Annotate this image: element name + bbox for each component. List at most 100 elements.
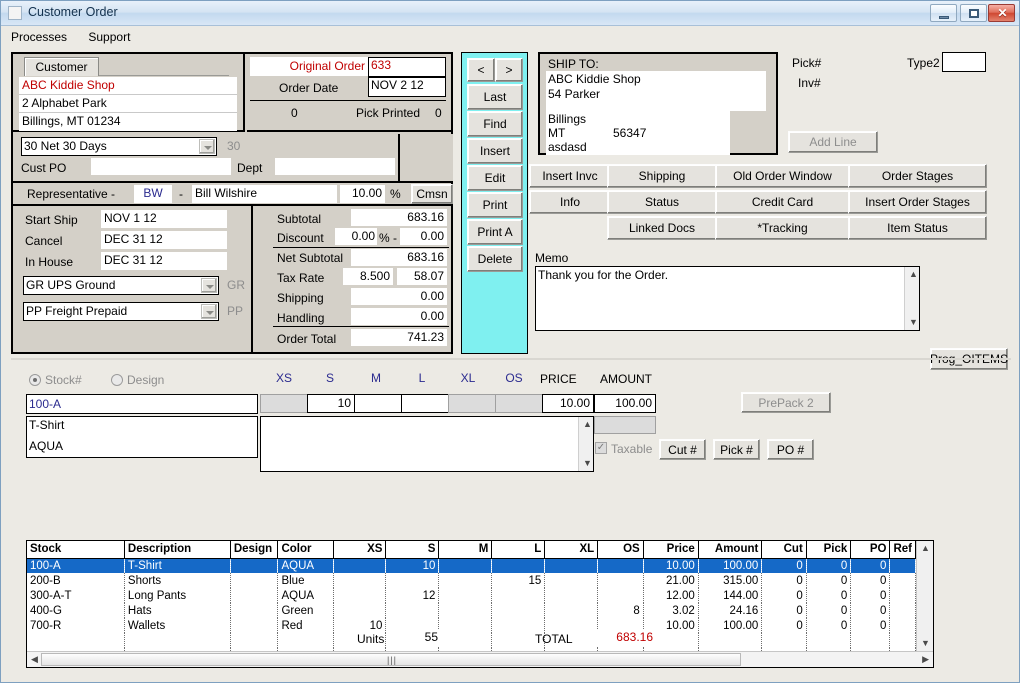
credit-card-button[interactable]: Credit Card: [715, 190, 850, 214]
cmsn-button[interactable]: Cmsn: [411, 184, 453, 204]
cell-design[interactable]: [230, 573, 279, 588]
cell-l[interactable]: [491, 588, 546, 603]
old-order-window-button[interactable]: Old Order Window: [715, 164, 850, 188]
col-amount[interactable]: Amount: [698, 541, 763, 559]
cust-po-input[interactable]: [91, 158, 231, 175]
cell-m[interactable]: [438, 603, 493, 618]
size-input-xl[interactable]: [448, 394, 496, 413]
cell-description[interactable]: T-Shirt: [124, 558, 231, 573]
cell-empty[interactable]: [124, 633, 231, 648]
cell-cut[interactable]: 0: [761, 588, 807, 603]
table-row-empty[interactable]: [27, 633, 916, 648]
cell-xs[interactable]: [333, 573, 387, 588]
col-l[interactable]: L: [491, 541, 546, 559]
chevron-down-icon[interactable]: [201, 278, 217, 293]
cell-xs[interactable]: [333, 558, 387, 573]
cell-l[interactable]: [491, 618, 546, 633]
cell-design[interactable]: [230, 603, 279, 618]
po-number-button[interactable]: PO #: [767, 439, 814, 460]
cell-l[interactable]: 15: [491, 573, 546, 588]
tracking-button[interactable]: *Tracking: [715, 216, 850, 240]
cell-color[interactable]: AQUA: [277, 558, 334, 573]
cell-cut[interactable]: 0: [761, 618, 807, 633]
linked-docs-button[interactable]: Linked Docs: [607, 216, 717, 240]
customer-name-field[interactable]: ABC Kiddie Shop: [19, 77, 237, 95]
col-design[interactable]: Design: [230, 541, 279, 559]
cell-cut[interactable]: 0: [761, 573, 807, 588]
col-price[interactable]: Price: [643, 541, 699, 559]
item-status-button[interactable]: Item Status: [848, 216, 987, 240]
col-description[interactable]: Description: [124, 541, 231, 559]
cell-empty[interactable]: [889, 633, 916, 648]
cell-empty[interactable]: [27, 633, 125, 648]
scroll-thumb[interactable]: |||: [41, 653, 741, 666]
cell-stock[interactable]: 700-R: [27, 618, 125, 633]
scroll-down-icon[interactable]: ▼: [921, 639, 930, 648]
cell-cut[interactable]: 0: [761, 603, 807, 618]
cell-m[interactable]: [438, 558, 493, 573]
size-input-os[interactable]: [495, 394, 543, 413]
ship-to-city[interactable]: Billings: [548, 112, 586, 126]
cell-description[interactable]: Hats: [124, 603, 231, 618]
menu-item-support[interactable]: Support: [79, 27, 139, 47]
minimize-button[interactable]: [930, 4, 957, 22]
stock-radio[interactable]: [29, 374, 41, 386]
cell-color[interactable]: AQUA: [277, 588, 334, 603]
cell-l[interactable]: [491, 603, 546, 618]
last-button[interactable]: Last: [467, 84, 523, 110]
scroll-up-icon[interactable]: ▲: [921, 544, 930, 553]
cell-xl[interactable]: [544, 558, 599, 573]
cell-po[interactable]: 0: [850, 603, 891, 618]
type2-input[interactable]: [942, 52, 986, 72]
scroll-right-icon[interactable]: ▶: [922, 655, 929, 664]
cell-amount[interactable]: 24.16: [698, 603, 763, 618]
handling-field[interactable]: 0.00: [351, 308, 447, 325]
cell-amount[interactable]: 315.00: [698, 573, 763, 588]
insert-order-stages-button[interactable]: Insert Order Stages: [848, 190, 987, 214]
insert-button[interactable]: Insert: [467, 138, 523, 164]
menu-item-processes[interactable]: Processes: [2, 27, 76, 47]
cell-design[interactable]: [230, 618, 279, 633]
col-pick[interactable]: Pick: [806, 541, 852, 559]
item-note-scrollbar[interactable]: ▲ ▼: [578, 417, 593, 471]
scroll-up-icon[interactable]: ▲: [583, 420, 592, 429]
col-s[interactable]: S: [385, 541, 440, 559]
cell-pick[interactable]: 0: [806, 588, 852, 603]
table-row[interactable]: 200-B Shorts Blue 15 21.00 315.00 0 0 0: [27, 573, 916, 588]
terms-combo[interactable]: 30 Net 30 Days: [21, 137, 217, 156]
cell-po[interactable]: 0: [850, 573, 891, 588]
price-input[interactable]: 10.00: [542, 394, 594, 413]
col-m[interactable]: M: [438, 541, 493, 559]
add-line-button[interactable]: Add Line: [788, 131, 878, 153]
cell-xl[interactable]: [544, 573, 599, 588]
status-button[interactable]: Status: [607, 190, 717, 214]
cell-pick[interactable]: 0: [806, 573, 852, 588]
col-ref[interactable]: Ref: [889, 541, 916, 559]
insert-invc-button[interactable]: Insert Invc: [529, 164, 611, 188]
cell-pick[interactable]: 0: [806, 603, 852, 618]
design-radio[interactable]: [111, 374, 123, 386]
cell-s[interactable]: 12: [385, 588, 440, 603]
cell-os[interactable]: [597, 588, 644, 603]
order-items-grid[interactable]: Stock Description Design Color XS S M L …: [26, 540, 934, 668]
cell-m[interactable]: [438, 618, 493, 633]
cell-amount[interactable]: 100.00: [698, 618, 763, 633]
order-date-value[interactable]: NOV 2 12: [368, 77, 446, 97]
cell-ref[interactable]: [889, 603, 916, 618]
cell-color[interactable]: Red: [277, 618, 334, 633]
prepack-button[interactable]: PrePack 2: [741, 392, 831, 413]
print-a-button[interactable]: Print A: [467, 219, 523, 245]
cell-empty[interactable]: [277, 633, 334, 648]
memo-textarea[interactable]: Thank you for the Order. ▲ ▼: [535, 266, 920, 331]
cell-price[interactable]: 10.00: [643, 558, 699, 573]
col-xs[interactable]: XS: [333, 541, 387, 559]
discount-pct-field[interactable]: 0.00: [335, 228, 377, 245]
ship-to-state[interactable]: MT: [548, 126, 565, 140]
table-row[interactable]: 400-G Hats Green 8 3.02 24.16 0 0 0: [27, 603, 916, 618]
table-row[interactable]: 300-A-T Long Pants AQUA 12 12.00 144.00 0 0 0: [27, 588, 916, 603]
size-input-l[interactable]: [401, 394, 449, 413]
table-row[interactable]: 700-R Wallets Red 10 10.00 100.00 0 0 0: [27, 618, 916, 633]
original-order-value[interactable]: 633: [368, 57, 446, 77]
cell-color[interactable]: Green: [277, 603, 334, 618]
cell-s[interactable]: [385, 603, 440, 618]
